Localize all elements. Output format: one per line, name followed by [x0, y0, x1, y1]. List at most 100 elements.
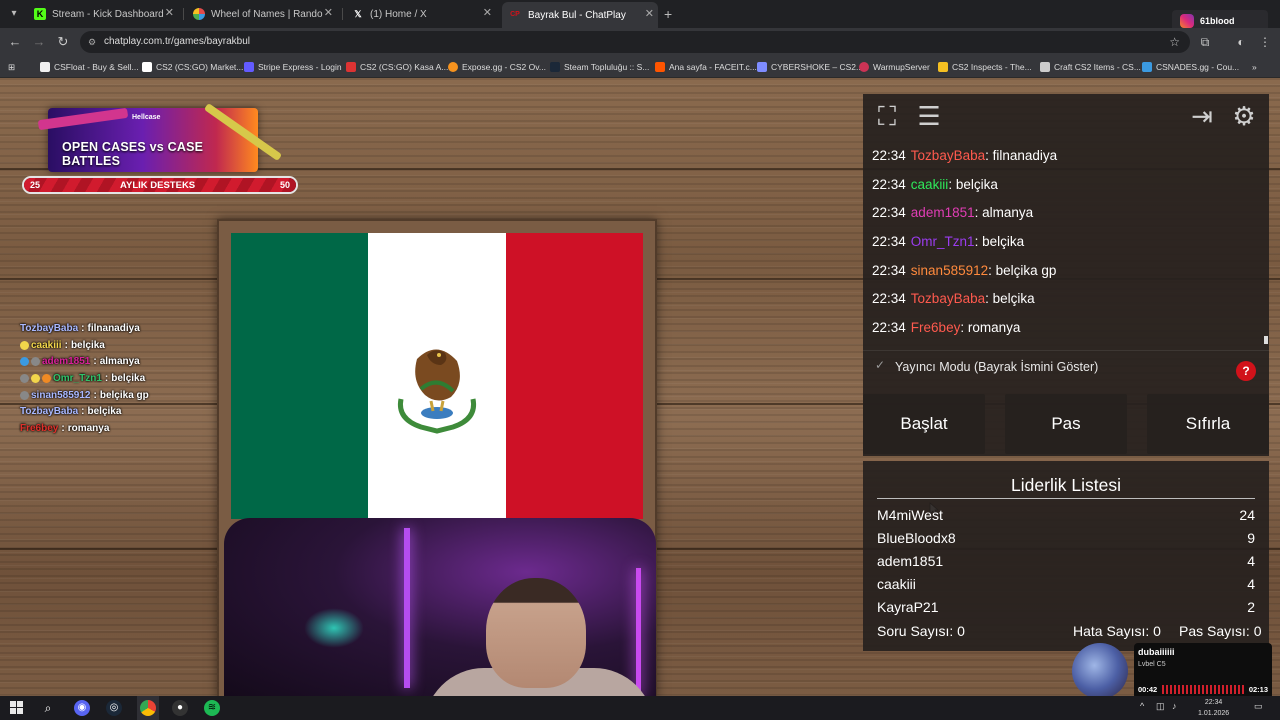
streamer-mode-label: Yayıncı Modu (Bayrak İsmini Göster): [895, 360, 1099, 374]
system-clock[interactable]: 22:34 1.01.2026: [1198, 697, 1229, 719]
windows-start-icon[interactable]: [10, 701, 23, 714]
site-info-icon[interactable]: ⚙: [88, 31, 96, 53]
tab-home-x[interactable]: 𝕏 (1) Home / X ✕: [346, 4, 496, 24]
leaderboard-row: adem1851 4: [877, 553, 1255, 569]
chat-scrollbar[interactable]: [1264, 336, 1268, 344]
tab-label: Stream - Kick Dashboard: [52, 8, 164, 20]
bookmark-item[interactable]: CS2 Inspects - The...: [938, 60, 1032, 74]
start-button[interactable]: Başlat: [863, 394, 985, 454]
chat-message: 22:34 TozbayBaba: belçika: [872, 291, 1035, 307]
more-bookmarks-icon[interactable]: »: [1252, 60, 1257, 74]
settings-gear-icon[interactable]: ⚙: [1228, 100, 1260, 132]
reset-button[interactable]: Sıfırla: [1147, 394, 1269, 454]
address-bar-row: ← → ↻ ⚙ chatplay.com.tr/games/bayrakbul …: [0, 28, 1280, 56]
notification-icon[interactable]: ▭: [1254, 701, 1263, 712]
kick-icon: K: [34, 8, 46, 20]
chatplay-icon: CP: [510, 11, 520, 18]
reload-icon[interactable]: ↻: [55, 34, 71, 50]
overlay-chat-line: TozbayBaba: belçika: [20, 406, 122, 418]
url-field[interactable]: ⚙ chatplay.com.tr/games/bayrakbul ☆: [80, 31, 1190, 53]
overlay-chat-line: sinan585912: belçika gp: [20, 387, 210, 404]
tray-chevron-icon[interactable]: ^: [1140, 701, 1144, 711]
steam-icon[interactable]: ◎: [106, 700, 122, 716]
eagle-emblem-icon: [397, 349, 477, 434]
chat-message: 22:34 Omr_Tzn1: belçika: [872, 234, 1025, 250]
divider: [877, 498, 1255, 499]
profile-avatar-icon[interactable]: ◐: [1233, 34, 1249, 50]
instagram-icon: [1180, 14, 1194, 28]
tab-kick-dashboard[interactable]: K Stream - Kick Dashboard ✕: [28, 4, 178, 24]
chat-message: 22:34 Fre6bey: romanya: [872, 320, 1021, 336]
new-tab-icon[interactable]: +: [664, 6, 672, 22]
support-min: 25: [30, 180, 41, 190]
tab-search-icon[interactable]: ▾: [6, 6, 22, 22]
bookmark-item[interactable]: CSFloat - Buy & Sell...: [40, 60, 139, 74]
monthly-support-bar: 25 AYLIK DESTEKS 50: [22, 176, 298, 194]
bookmark-item[interactable]: Ana sayfa - FACEIT.c...: [655, 60, 757, 74]
close-icon[interactable]: ✕: [645, 7, 654, 20]
error-count: Hata Sayısı: 0: [1073, 623, 1161, 639]
search-icon[interactable]: ⌕: [40, 700, 56, 716]
clock-time: 22:34: [1204, 699, 1223, 706]
bookmark-item[interactable]: CYBERSHOKE – CS2...: [757, 60, 863, 74]
close-icon[interactable]: ✕: [483, 6, 492, 19]
streamer-mode-toggle[interactable]: ✓ Yayıncı Modu (Bayrak İsmini Göster) ?: [863, 350, 1269, 382]
pass-button[interactable]: Pas: [1005, 394, 1127, 454]
bookmark-item[interactable]: Stripe Express - Login: [244, 60, 342, 74]
bookmark-item[interactable]: CSNADES.gg - Cou...: [1142, 60, 1239, 74]
overlay-chat-line: Omr_Tzn1: belçika: [20, 370, 210, 387]
bookmark-item[interactable]: Craft CS2 Items - CS...: [1040, 60, 1141, 74]
discord-icon[interactable]: ◉: [74, 700, 90, 716]
extensions-icon[interactable]: ⧉: [1197, 34, 1213, 50]
bookmark-star-icon[interactable]: ☆: [1169, 31, 1180, 53]
help-icon[interactable]: ?: [1236, 361, 1256, 381]
stream-chat-overlay: TozbayBaba: filnanadiya caakiii: belçika…: [20, 320, 210, 437]
clock-date: 1.01.2026: [1198, 710, 1230, 717]
bookmark-item[interactable]: Steam Topluluğu :: S...: [550, 60, 649, 74]
flag-stripe-red: [505, 233, 643, 519]
leaderboard-row: M4miWest 24: [877, 507, 1255, 523]
menu-icon[interactable]: ⋮: [1257, 34, 1273, 50]
close-icon[interactable]: ✕: [324, 6, 333, 19]
chat-messages: 22:34 TozbayBaba: filnanadiya 22:34 caakii…: [872, 142, 1262, 343]
hellcase-promo-banner: Hellcase OPEN CASES vs CASE BATTLES: [37, 102, 283, 172]
volume-icon[interactable]: ♪: [1172, 701, 1177, 711]
track-artist: Lvbel C5: [1138, 661, 1166, 668]
tab-label: (1) Home / X: [370, 8, 427, 20]
back-icon[interactable]: ←: [7, 34, 23, 50]
sub-badge-icon: [20, 340, 29, 350]
close-icon[interactable]: ✕: [165, 6, 174, 19]
pass-count: Pas Sayısı: 0: [1179, 623, 1262, 639]
chat-message: 22:34 caakiii: belçika: [872, 176, 998, 192]
tab-wheel-of-names[interactable]: Wheel of Names | Random nam ✕: [187, 4, 337, 24]
elapsed-time: 00:42: [1138, 685, 1158, 694]
neon-light: [404, 528, 410, 688]
support-max: 50: [279, 180, 290, 190]
sub-badge-icon: [20, 357, 29, 367]
obs-icon[interactable]: ●: [172, 700, 188, 716]
overlay-chat-line: caakiii: belçika: [20, 337, 210, 354]
x-icon: 𝕏: [354, 9, 362, 19]
network-icon[interactable]: ◫: [1156, 701, 1165, 712]
forward-icon[interactable]: →: [31, 34, 47, 50]
flag-stripe-green: [231, 233, 369, 519]
fullscreen-icon[interactable]: ⛶: [871, 100, 903, 132]
level-badge-icon: [31, 357, 40, 367]
question-count: Soru Sayısı: 0: [877, 623, 965, 639]
tab-bayrak-bul[interactable]: CP Bayrak Bul - ChatPlay ✕: [502, 2, 658, 28]
leaderboard-row: caakiii 4: [877, 576, 1255, 592]
apps-icon[interactable]: ⊞: [8, 60, 15, 74]
bookmark-item[interactable]: CS2 (CS:GO) Kasa A...: [346, 60, 448, 74]
logout-icon[interactable]: ⇥: [1186, 100, 1218, 132]
level-badge-icon: [20, 390, 29, 400]
notes-icon[interactable]: ☰: [913, 100, 945, 132]
bookmark-item[interactable]: Expose.gg - CS2 Ov...: [448, 60, 546, 74]
track-duration: 02:13: [1248, 685, 1268, 694]
check-icon[interactable]: ✓: [875, 358, 885, 372]
spotify-icon[interactable]: ≋: [204, 700, 220, 716]
bookmark-item[interactable]: CS2 (CS:GO) Market...: [142, 60, 243, 74]
chat-message: 22:34 TozbayBaba: filnanadiya: [872, 148, 1058, 163]
streamer-head: [486, 578, 586, 688]
chrome-icon[interactable]: [140, 700, 156, 716]
bookmark-item[interactable]: WarmupServer: [859, 60, 930, 74]
